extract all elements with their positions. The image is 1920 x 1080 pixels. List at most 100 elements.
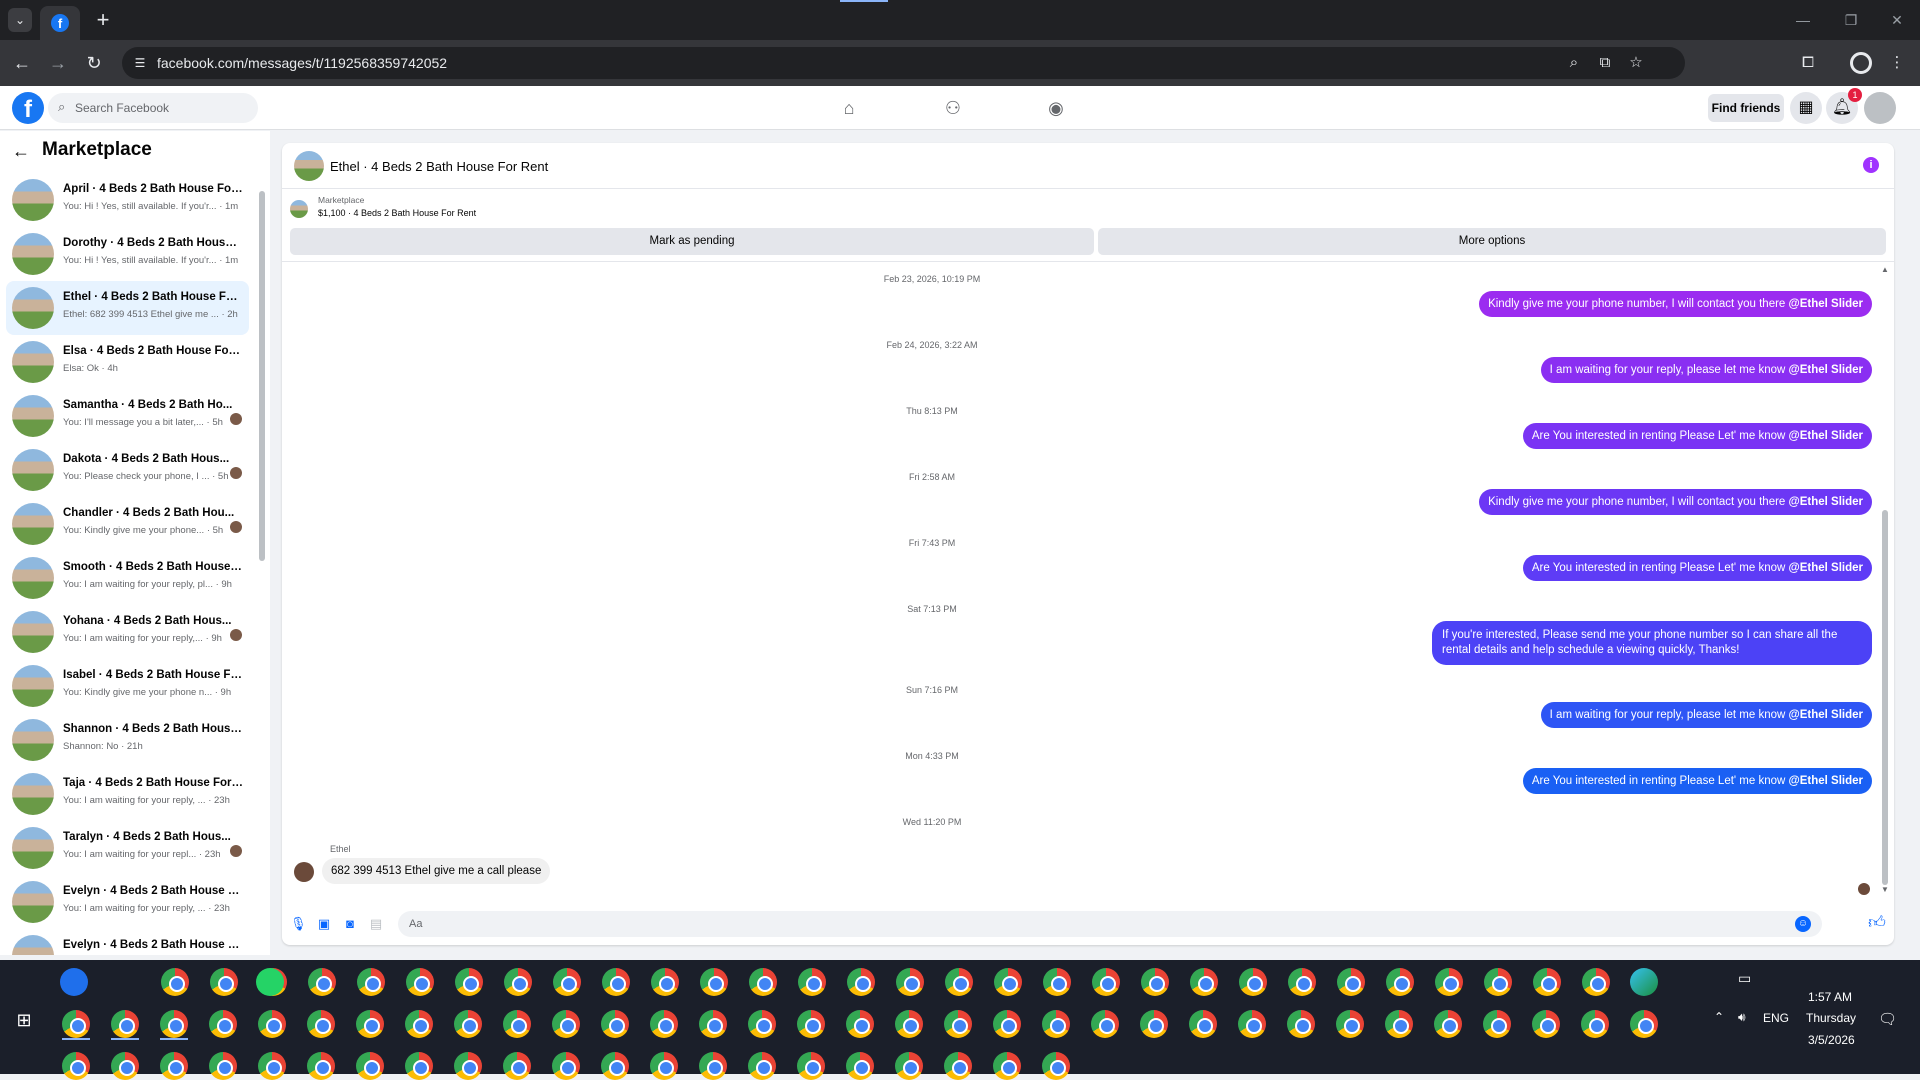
chrome-window-icon[interactable]: [62, 1052, 90, 1080]
account-avatar[interactable]: [1864, 92, 1896, 124]
chat-scrollbar[interactable]: ▲ ▼: [1880, 265, 1890, 895]
chrome-window-icon[interactable]: [405, 1010, 433, 1038]
chrome-window-icon[interactable]: [1091, 1010, 1119, 1038]
mention[interactable]: @Ethel Slider: [1789, 496, 1863, 508]
chrome-window-icon[interactable]: [406, 968, 434, 996]
chrome-window-icon[interactable]: [650, 1052, 678, 1080]
chrome-window-icon[interactable]: [994, 968, 1022, 996]
chrome-window-icon[interactable]: [944, 1010, 972, 1038]
sidebar-scroll-thumb[interactable]: [259, 191, 265, 561]
chrome-window-icon[interactable]: [1287, 1010, 1315, 1038]
display-icon[interactable]: ▭: [1738, 970, 1751, 987]
message-input[interactable]: Aa: [398, 911, 1822, 937]
chrome-window-icon[interactable]: [552, 1010, 580, 1038]
chrome-window-icon[interactable]: [1288, 968, 1316, 996]
chrome-window-icon[interactable]: [1484, 968, 1512, 996]
chrome-window-icon[interactable]: [846, 1052, 874, 1080]
chrome-window-icon[interactable]: [1386, 968, 1414, 996]
chrome-window-icon[interactable]: [1141, 968, 1169, 996]
chrome-window-icon[interactable]: [1189, 1010, 1217, 1038]
conversation-item[interactable]: Samantha · 4 Beds 2 Bath Ho... You: I'll …: [6, 389, 249, 443]
back-arrow-icon[interactable]: ←: [12, 141, 30, 162]
conversation-item[interactable]: Chandler · 4 Beds 2 Bath Hou... You: Kind…: [6, 497, 249, 551]
mention[interactable]: @Ethel Slider: [1789, 298, 1863, 310]
mention[interactable]: @Ethel Slider: [1789, 430, 1863, 442]
chrome-window-icon[interactable]: [552, 1052, 580, 1080]
chrome-window-icon[interactable]: [503, 1052, 531, 1080]
chrome-window-icon[interactable]: [1581, 1010, 1609, 1038]
chrome-window-icon[interactable]: [161, 968, 189, 996]
chrome-window-icon[interactable]: [356, 1010, 384, 1038]
chrome-window-icon[interactable]: [307, 1010, 335, 1038]
chrome-window-icon[interactable]: [1337, 968, 1365, 996]
chrome-window-icon[interactable]: [896, 968, 924, 996]
conversation-item[interactable]: Yohana · 4 Beds 2 Bath Hous... You: I am …: [6, 605, 249, 659]
chat-title[interactable]: Ethel · 4 Beds 2 Bath House For Rent: [330, 159, 548, 174]
minimize-icon[interactable]: —: [1780, 8, 1826, 32]
emoji-icon[interactable]: ☺: [1795, 916, 1811, 932]
chrome-window-icon[interactable]: [1140, 1010, 1168, 1038]
thumbs-up-icon[interactable]: 👍︎: [1867, 913, 1887, 933]
browser-tab-facebook[interactable]: f: [40, 6, 80, 40]
chrome-window-icon[interactable]: [1630, 1010, 1658, 1038]
conversation-item[interactable]: Elsa · 4 Beds 2 Bath House For ... Elsa: …: [6, 335, 249, 389]
chrome-window-icon[interactable]: [993, 1052, 1021, 1080]
chrome-window-icon[interactable]: [1582, 968, 1610, 996]
profile-icon[interactable]: [1850, 52, 1872, 74]
chrome-window-icon[interactable]: [1042, 1010, 1070, 1038]
chrome-window-icon[interactable]: [1435, 968, 1463, 996]
scroll-up-icon[interactable]: ▲: [1880, 265, 1890, 275]
menu-kebab-icon[interactable]: ⋮: [1886, 52, 1908, 74]
conversation-item[interactable]: Evelyn · 4 Beds 2 Bath House F...You: Pl…: [6, 929, 249, 955]
conversation-item[interactable]: Isabel · 4 Beds 2 Bath House Fo... You: K…: [6, 659, 249, 713]
conversation-item[interactable]: Smooth · 4 Beds 2 Bath House ... You: I a…: [6, 551, 249, 605]
clock-date[interactable]: 3/5/2026: [1808, 1033, 1855, 1047]
chrome-window-icon[interactable]: [700, 968, 728, 996]
restore-icon[interactable]: ❐: [1828, 8, 1874, 32]
mark-as-pending-button[interactable]: Mark as pending: [290, 228, 1094, 255]
chrome-window-icon[interactable]: [847, 968, 875, 996]
forward-icon[interactable]: →: [46, 51, 70, 75]
chrome-window-icon[interactable]: [1385, 1010, 1413, 1038]
chrome-window-icon[interactable]: [1336, 1010, 1364, 1038]
windows-start-icon[interactable]: ⊞: [14, 1010, 34, 1030]
mention[interactable]: @Ethel Slider: [1789, 775, 1863, 787]
language-indicator[interactable]: ENG: [1763, 1011, 1789, 1025]
chrome-window-icon[interactable]: [749, 968, 777, 996]
edge-icon[interactable]: [1630, 968, 1658, 996]
url-text[interactable]: facebook.com/messages/t/1192568359742052: [157, 55, 447, 71]
friends-icon[interactable]: ⚇: [940, 96, 966, 120]
microphone-icon[interactable]: 🎙︎: [290, 916, 307, 932]
mention[interactable]: @Ethel Slider: [1789, 562, 1863, 574]
extensions-icon[interactable]: ⧠: [1797, 52, 1819, 74]
info-icon[interactable]: i: [1863, 157, 1879, 173]
find-friends-button[interactable]: Find friends: [1708, 94, 1784, 122]
chrome-window-icon[interactable]: [210, 968, 238, 996]
chrome-window-icon[interactable]: [1043, 968, 1071, 996]
site-info-icon[interactable]: ☰: [132, 55, 148, 71]
chrome-window-icon[interactable]: [1532, 1010, 1560, 1038]
photo-icon[interactable]: ▣: [316, 916, 332, 932]
chrome-window-icon[interactable]: [699, 1052, 727, 1080]
chrome-window-icon[interactable]: [945, 968, 973, 996]
chrome-window-icon[interactable]: [748, 1052, 776, 1080]
tab-search-icon[interactable]: ⌄: [8, 8, 32, 32]
chrome-window-icon[interactable]: [209, 1010, 237, 1038]
chrome-window-icon[interactable]: [405, 1052, 433, 1080]
new-tab-button[interactable]: +: [90, 7, 116, 33]
chrome-window-icon[interactable]: [1533, 968, 1561, 996]
chrome-window-icon[interactable]: [1092, 968, 1120, 996]
chrome-window-icon[interactable]: [1042, 1052, 1070, 1080]
menu-grid-icon[interactable]: ▦: [1790, 92, 1822, 124]
conversation-item[interactable]: April · 4 Beds 2 Bath House For ... You: …: [6, 173, 249, 227]
chrome-window-icon[interactable]: [258, 1010, 286, 1038]
facebook-logo-icon[interactable]: f: [12, 92, 44, 124]
pinned-app-icon[interactable]: [60, 968, 88, 996]
chrome-window-icon[interactable]: [258, 1052, 286, 1080]
close-window-icon[interactable]: ✕: [1874, 8, 1920, 32]
chrome-window-icon[interactable]: [895, 1052, 923, 1080]
chrome-window-icon[interactable]: [944, 1052, 972, 1080]
notification-center-icon[interactable]: 🗨︎: [1878, 1010, 1897, 1028]
chrome-window-icon[interactable]: [553, 968, 581, 996]
conversation-item[interactable]: Taralyn · 4 Beds 2 Bath Hous... You: I am…: [6, 821, 249, 875]
